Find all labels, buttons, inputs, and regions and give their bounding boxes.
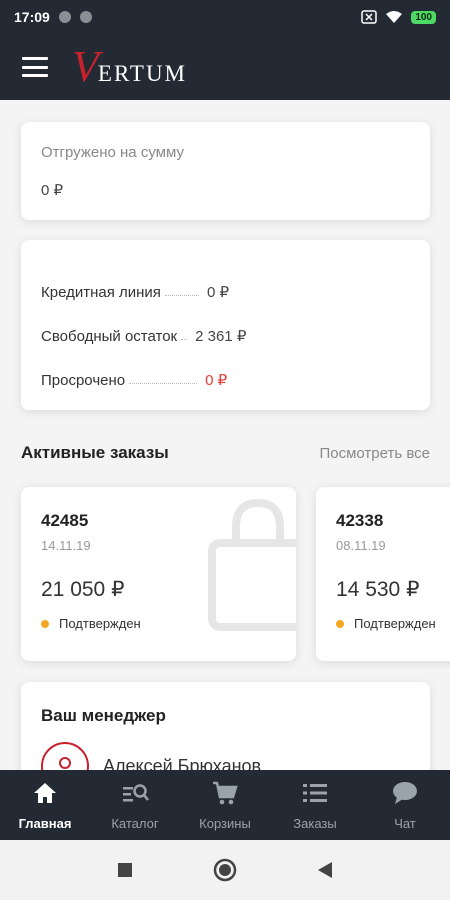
- shipped-value: 0 ₽: [41, 182, 64, 199]
- circle-icon: [213, 858, 237, 882]
- active-orders-header: Активные заказы Посмотреть все: [21, 443, 430, 463]
- nav-label: Чат: [394, 816, 416, 831]
- home-icon: [31, 779, 59, 807]
- credit-card: Кредитная линия 0 ₽ Свободный остаток 2 …: [21, 240, 430, 410]
- status-dot-icon: [336, 619, 344, 628]
- manager-row[interactable]: Алексей Брюханов: [41, 742, 410, 770]
- shipped-label: Отгружено на сумму: [41, 144, 184, 161]
- manager-title: Ваш менеджер: [41, 706, 166, 725]
- cart-icon: [211, 779, 239, 807]
- dotted-leader: [129, 382, 198, 384]
- vertum-logo: V ERTUM: [72, 42, 188, 91]
- main-content[interactable]: Отгружено на сумму 0 ₽ Кредитная линия 0…: [0, 100, 450, 770]
- nav-item-catalog[interactable]: Каталог: [90, 770, 180, 840]
- manager-name: Алексей Брюханов: [103, 755, 262, 771]
- battery-indicator: 100: [411, 10, 436, 24]
- credit-line-label: Кредитная линия: [41, 283, 161, 301]
- dotted-leader: [164, 294, 199, 296]
- free-balance-amount: 2 361 ₽: [195, 328, 247, 345]
- nav-item-home[interactable]: Главная: [0, 770, 90, 840]
- nav-item-orders[interactable]: Заказы: [270, 770, 360, 840]
- status-bar: 17:09 100: [0, 0, 450, 34]
- sim-icon: [361, 10, 378, 24]
- wifi-icon: [386, 11, 403, 23]
- system-nav-bar: [0, 840, 450, 900]
- active-orders-title: Активные заказы: [21, 443, 169, 462]
- credit-line-amount: 0 ₽: [206, 284, 229, 301]
- person-icon: [59, 757, 71, 769]
- credit-row-line: Кредитная линия 0 ₽: [41, 270, 410, 314]
- order-status-label: Подтвержден: [59, 616, 141, 631]
- overdue-amount: 0 ₽: [205, 372, 228, 389]
- app-bar: V ERTUM: [0, 34, 450, 100]
- notification-dot-icon: [58, 11, 71, 23]
- nav-label: Заказы: [293, 816, 337, 831]
- order-card[interactable]: 42485 14.11.19 21 050 ₽ Подтвержден: [21, 487, 296, 661]
- nav-item-chat[interactable]: Чат: [360, 770, 450, 840]
- square-icon: [118, 863, 132, 877]
- avatar: [41, 742, 89, 770]
- dotted-leader: [181, 338, 188, 340]
- order-price: 14 530 ₽: [336, 578, 420, 601]
- recents-button[interactable]: [111, 856, 139, 884]
- overdue-label: Просрочено: [41, 371, 126, 389]
- chat-icon: [391, 779, 419, 807]
- credit-row-overdue: Просрочено 0 ₽: [41, 358, 410, 402]
- order-status-label: Подтвержден: [354, 616, 436, 631]
- back-triangle-icon: [318, 862, 332, 878]
- notification-dot-icon: [79, 11, 92, 23]
- order-card[interactable]: 42338 08.11.19 14 530 ₽ Подтвержден: [316, 487, 450, 661]
- home-button[interactable]: [211, 856, 239, 884]
- view-all-link[interactable]: Посмотреть все: [319, 445, 430, 462]
- nav-label: Корзины: [199, 816, 251, 831]
- nav-item-carts[interactable]: Корзины: [180, 770, 270, 840]
- nav-label: Главная: [18, 816, 72, 831]
- manager-card: Ваш менеджер Алексей Брюханов: [21, 682, 430, 770]
- back-button[interactable]: [311, 856, 339, 884]
- list-icon: [301, 779, 329, 807]
- hamburger-menu-icon[interactable]: [22, 57, 48, 77]
- shopping-bag-icon: [208, 498, 296, 631]
- free-balance-label: Свободный остаток: [41, 327, 178, 345]
- nav-label: Каталог: [111, 816, 159, 831]
- order-number: 42338: [336, 511, 384, 530]
- credit-row-free: Свободный остаток 2 361 ₽: [41, 314, 410, 358]
- shipped-card: Отгружено на сумму 0 ₽: [21, 122, 430, 220]
- order-date: 08.11.19: [336, 538, 386, 553]
- catalog-search-icon: [121, 779, 149, 807]
- order-status: Подтвержден: [336, 616, 450, 631]
- status-time: 17:09: [14, 9, 50, 25]
- status-dot-icon: [41, 619, 49, 628]
- bottom-nav: Главная Каталог Корзины Заказы Чат: [0, 770, 450, 840]
